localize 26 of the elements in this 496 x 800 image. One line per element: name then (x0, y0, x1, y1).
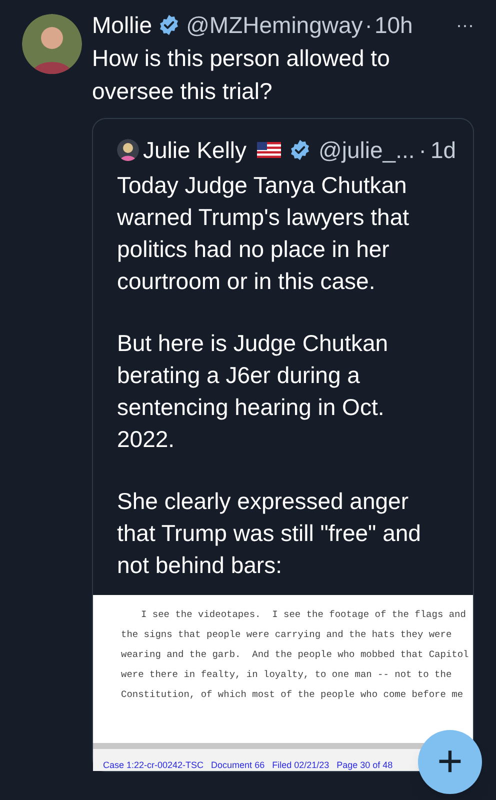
verified-badge-icon (288, 139, 311, 161)
document-line: wearing and the garb. And the people who mobbed that Capitol (121, 648, 470, 662)
timestamp[interactable]: 10h (374, 8, 413, 42)
avatar[interactable] (117, 139, 139, 161)
author-handle[interactable]: @julie_... (318, 135, 415, 165)
timestamp[interactable]: 1d (430, 135, 456, 165)
quoted-tweet-text: But here is Judge Chutkan berating a J6er during a sentencing hearing in Oct. 2022. (117, 329, 390, 454)
separator-dot: · (364, 11, 372, 40)
tweet-text: How is this person allowed to oversee this trial? (92, 44, 391, 106)
author-handle[interactable]: @MZHemingway (186, 8, 363, 42)
avatar[interactable] (22, 14, 82, 74)
more-button[interactable]: ··· (456, 8, 474, 42)
flag-icon (256, 142, 281, 158)
document-footer: Case 1:22-cr-00242-TSC Document 66 Filed 02/21/23 Page 30 of 48 (103, 760, 393, 770)
document-line: I see the videotapes. I see the footage of the flags and (140, 608, 467, 622)
quoted-tweet-text: She clearly expressed anger that Trump was still "free" and not behind bars: (117, 487, 422, 580)
quoted-tweet-text: Today Judge Tanya Chutkan warned Trump's lawyers that politics had no place in her courtroom or in this case. (117, 171, 410, 296)
author-name[interactable]: Mollie (92, 8, 152, 42)
document-line: the signs that people were carrying and the hats they were (121, 628, 453, 642)
document-line: Constitution, of which most of the people who come before me (121, 688, 464, 702)
author-name[interactable]: Julie Kelly (143, 135, 247, 165)
quoted-tweet-card[interactable] (92, 118, 474, 772)
separator-dot: · (418, 136, 426, 165)
verified-badge-icon (158, 14, 180, 36)
document-line: were there in fealty, in loyalty, to one man -- not to the (121, 668, 453, 682)
compose-button[interactable]: + (418, 730, 482, 794)
